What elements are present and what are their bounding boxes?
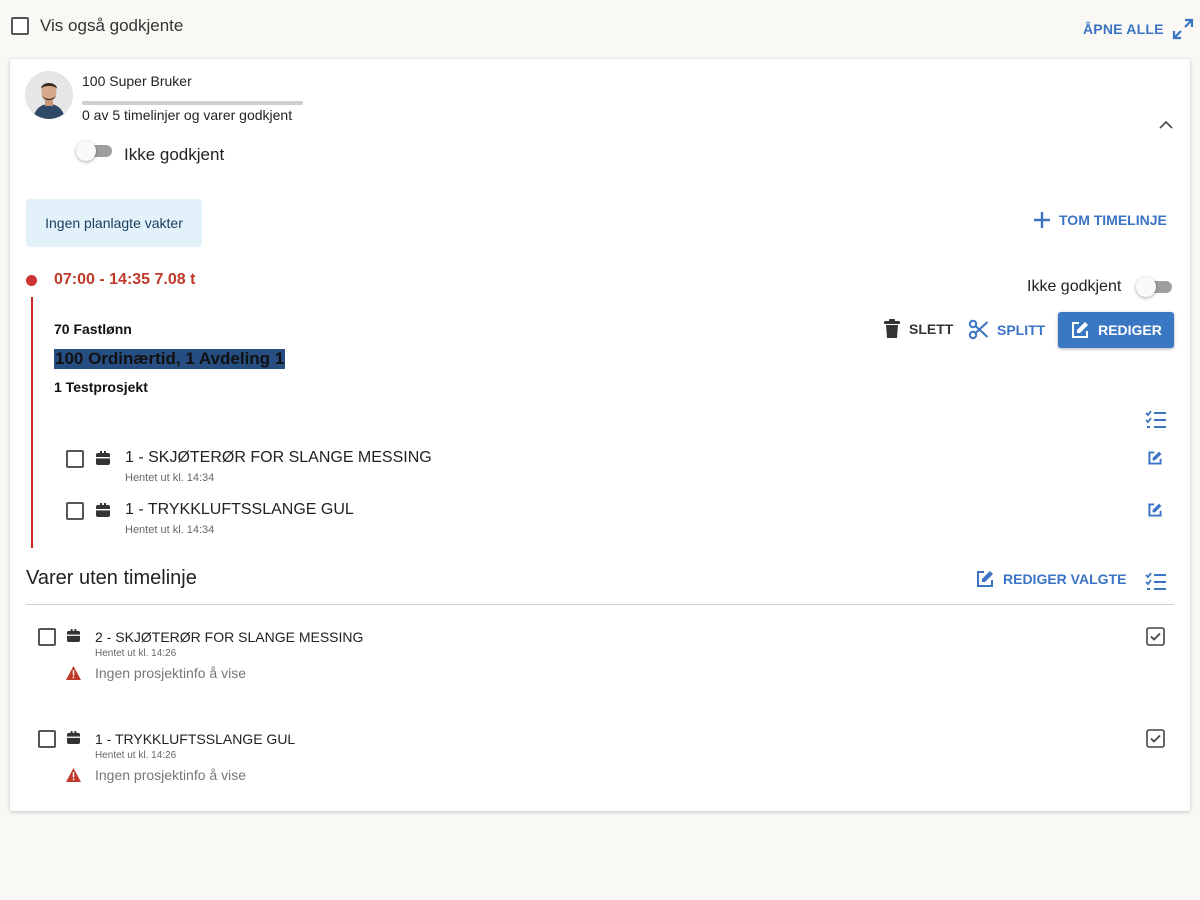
unassigned-section-title: Varer uten timelinje xyxy=(26,567,197,589)
employee-approve-label: Ikke godkjent xyxy=(124,145,225,164)
unassigned-item-checkbox[interactable] xyxy=(38,628,56,646)
checklist-button[interactable] xyxy=(1145,571,1167,591)
edit-button[interactable]: REDIGER xyxy=(1058,312,1174,348)
edit-icon xyxy=(1070,320,1090,340)
employee-card: 100 Super Bruker 0 av 5 timelinjer og va… xyxy=(10,59,1190,811)
timeline-item-checkbox[interactable] xyxy=(66,450,84,468)
timeline-item-sub: Hentet ut kl. 14:34 xyxy=(125,524,215,536)
project-text: 1 Testprosjekt xyxy=(54,379,148,395)
warning-icon xyxy=(66,666,81,680)
timeline-approve-label: Ikke godkjent xyxy=(1027,278,1122,295)
item-icon xyxy=(96,451,110,465)
warning-text: Ingen prosjektinfo å vise xyxy=(95,665,246,681)
edit-selected-button[interactable]: REDIGER VALGTE xyxy=(975,569,1126,589)
timeline-bar xyxy=(31,297,33,548)
item-icon xyxy=(96,503,110,517)
plus-icon xyxy=(1033,211,1051,229)
scissors-icon xyxy=(968,319,989,340)
unassigned-item-checkbox[interactable] xyxy=(38,730,56,748)
show-approved-label: Vis også godkjente xyxy=(40,16,184,35)
split-label: SPLITT xyxy=(997,321,1046,338)
timeline-time-range: 07:00 - 14:35 7.08 t xyxy=(54,271,196,288)
approval-progress-bar xyxy=(82,101,303,105)
item-icon xyxy=(67,629,80,642)
split-button[interactable]: SPLITT xyxy=(968,319,1045,340)
collapse-button[interactable] xyxy=(1156,115,1176,135)
open-all-button[interactable]: ÅPNE ALLE xyxy=(1083,18,1194,40)
section-divider xyxy=(26,604,1174,605)
show-approved-checkbox[interactable] xyxy=(11,17,29,35)
employee-approve-toggle[interactable] xyxy=(76,141,112,161)
edit-selected-label: REDIGER VALGTE xyxy=(1003,571,1127,587)
edit-icon xyxy=(975,569,995,589)
timeline-item-name: 1 - TRYKKLUFTSSLANGE GUL xyxy=(125,501,354,518)
unassigned-item-sub: Hentet ut kl. 14:26 xyxy=(95,648,177,659)
timeline-item-name: 1 - SKJØTERØR FOR SLANGE MESSING xyxy=(125,449,432,466)
open-all-label: ÅPNE ALLE xyxy=(1083,21,1164,37)
no-planned-shifts-info: Ingen planlagte vakter xyxy=(26,199,202,247)
trash-icon xyxy=(883,319,901,339)
activity-text: 100 Ordinærtid, 1 Avdeling 1 xyxy=(54,349,286,369)
add-empty-timeline-button[interactable]: TOM TIMELINJE xyxy=(1033,211,1167,229)
wage-type: 70 Fastlønn xyxy=(54,321,132,337)
timeline-item-checkbox[interactable] xyxy=(66,502,84,520)
delete-button[interactable]: SLETT xyxy=(883,319,953,339)
expand-icon xyxy=(1172,18,1194,40)
timeline-status-dot xyxy=(26,275,37,286)
unassigned-item-name: 1 - TRYKKLUFTSSLANGE GUL xyxy=(95,731,296,747)
checklist-button[interactable] xyxy=(1145,409,1167,429)
timeline-approve-toggle[interactable] xyxy=(1136,277,1172,297)
edit-label: REDIGER xyxy=(1098,322,1162,338)
approval-progress-text: 0 av 5 timelinjer og varer godkjent xyxy=(82,107,293,123)
unassigned-item-name: 2 - SKJØTERØR FOR SLANGE MESSING xyxy=(95,629,364,645)
approve-check-icon[interactable] xyxy=(1146,729,1165,748)
item-icon xyxy=(67,731,80,744)
warning-text: Ingen prosjektinfo å vise xyxy=(95,767,246,783)
approve-check-icon[interactable] xyxy=(1146,627,1165,646)
timeline-item-sub: Hentet ut kl. 14:34 xyxy=(125,472,215,484)
avatar xyxy=(25,71,73,119)
unassigned-item-sub: Hentet ut kl. 14:26 xyxy=(95,750,177,761)
edit-item-icon[interactable] xyxy=(1147,502,1163,518)
employee-name: 100 Super Bruker xyxy=(82,73,192,89)
add-empty-timeline-label: TOM TIMELINJE xyxy=(1059,212,1167,228)
warning-icon xyxy=(66,768,81,782)
delete-label: SLETT xyxy=(909,321,954,337)
edit-item-icon[interactable] xyxy=(1147,450,1163,466)
